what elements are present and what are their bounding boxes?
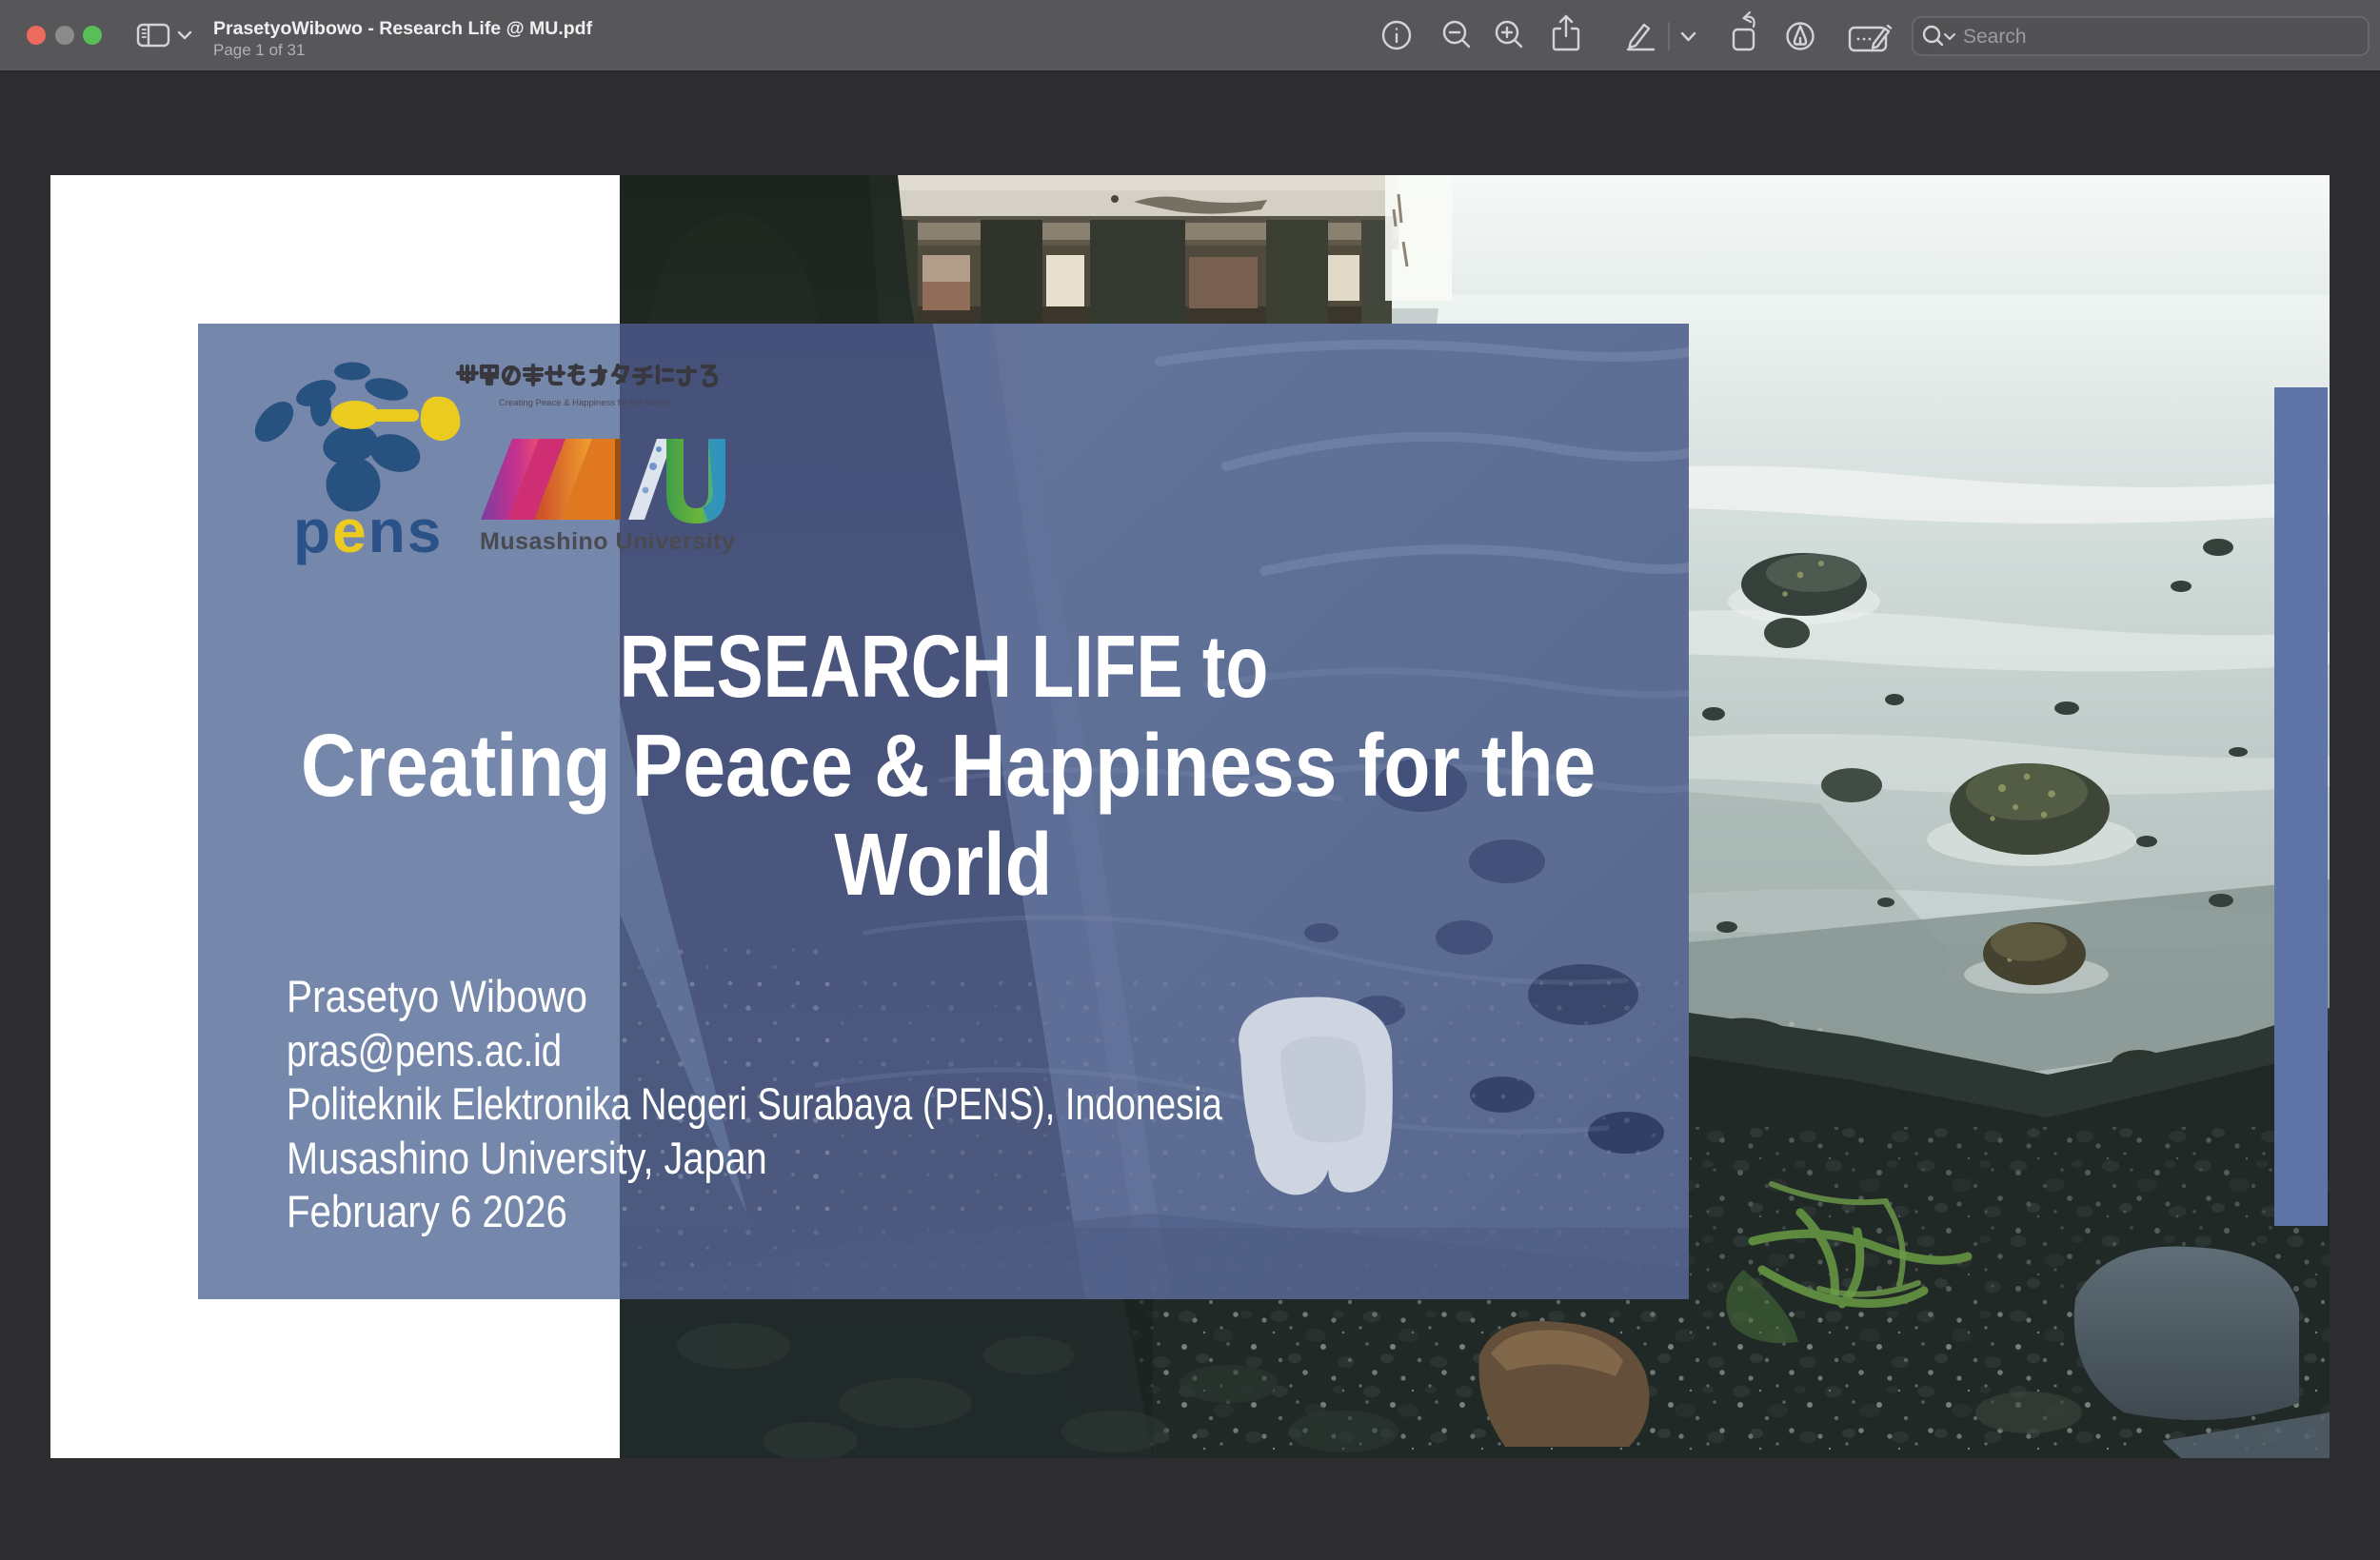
svg-text:pens: pens — [293, 497, 443, 565]
svg-text:Search: Search — [1963, 26, 2027, 48]
svg-text:Creating Peace & Happiness for: Creating Peace & Happiness for the World — [499, 398, 669, 408]
svg-text:Musashino University: Musashino University — [480, 528, 735, 555]
